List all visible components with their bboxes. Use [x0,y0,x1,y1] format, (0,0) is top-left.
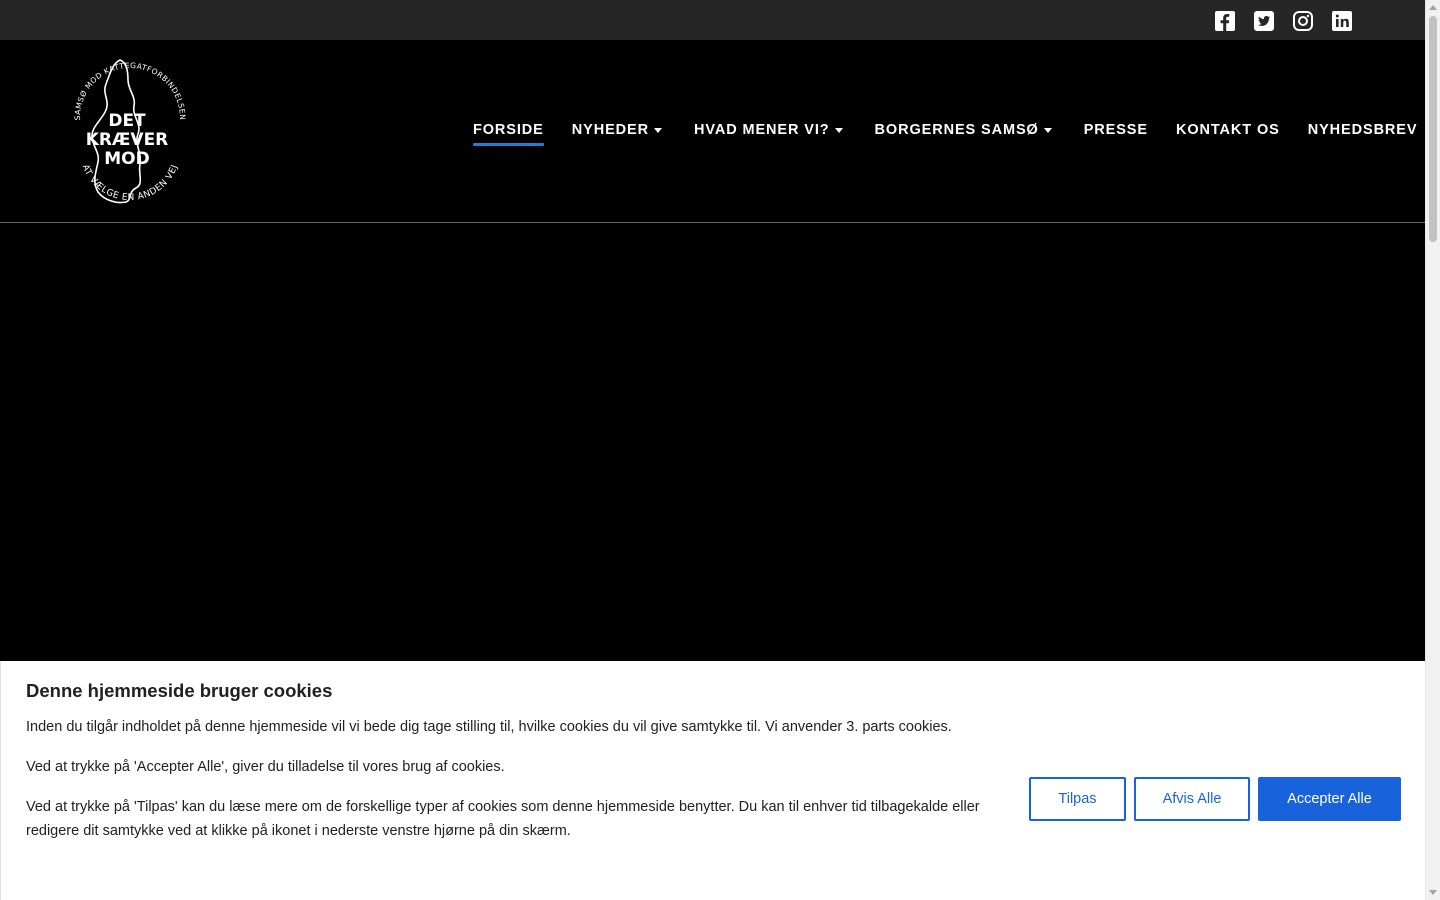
nav-item-forside[interactable]: FORSIDE [473,118,544,146]
page-scrollbar[interactable] [1425,0,1440,900]
caret-down-icon [653,128,662,133]
scroll-down-icon[interactable] [1429,890,1437,895]
nav-label: KONTAKT OS [1175,122,1280,138]
nav-label: NYHEDSBREV [1307,122,1418,138]
cookie-title: Denne hjemmeside bruger cookies [26,680,333,701]
cookie-text-2: Ved at trykke på 'Accepter Alle', giver … [26,759,505,775]
caret-down-icon [1043,128,1052,133]
nav-item-hvad-mener-vi[interactable]: HVAD MENER VI? [694,118,843,142]
logo-arc-bottom: AT VÆLGE EN ANDEN VEJ [80,163,180,203]
logo-line-3: MOD [104,149,149,169]
nav-item-presse[interactable]: PRESSE [1084,118,1148,142]
social-links [1214,10,1353,32]
logo-line-1: DET [108,111,146,131]
twitter-icon[interactable] [1253,10,1275,32]
site-logo[interactable]: SAMSØ MOD KATTEGATFORBINDELSEN DET KRÆVE… [62,54,192,210]
hero-section [0,223,1425,661]
reject-all-button[interactable]: Afvis Alle [1134,777,1250,821]
nav-label: NYHEDER [571,122,649,138]
logo-line-2: KRÆVER [86,130,169,150]
cookie-text-1: Inden du tilgår indholdet på denne hjemm… [26,719,952,735]
instagram-icon[interactable] [1292,10,1314,32]
cookie-text-3: Ved at trykke på 'Tilpas' kan du læse me… [26,799,980,839]
customize-button[interactable]: Tilpas [1029,777,1126,821]
nav-item-kontakt-os[interactable]: KONTAKT OS [1176,118,1280,142]
nav-label: HVAD MENER VI? [693,122,830,138]
scrollbar-thumb[interactable] [1429,16,1437,242]
top-bar [0,0,1425,40]
cookie-banner: Denne hjemmeside bruger cookies Inden du… [0,661,1425,900]
scroll-up-icon[interactable] [1429,5,1437,10]
nav-label: FORSIDE [473,122,544,138]
nav-item-borgernes-samso[interactable]: BORGERNES SAMSØ [875,118,1052,142]
svg-text:AT VÆLGE EN ANDEN VEJ: AT VÆLGE EN ANDEN VEJ [80,163,181,203]
nav-item-nyheder[interactable]: NYHEDER [572,118,662,142]
facebook-icon[interactable] [1214,10,1236,32]
nav-item-nyhedsbrev[interactable]: NYHEDSBREV [1308,118,1418,142]
accept-all-button[interactable]: Accepter Alle [1258,777,1401,821]
main-nav: FORSIDE NYHEDER HVAD MENER VI? BORGERNES… [473,118,1418,146]
nav-label: PRESSE [1083,122,1148,138]
nav-label: BORGERNES SAMSØ [874,122,1039,138]
linkedin-icon[interactable] [1331,10,1353,32]
site-header: SAMSØ MOD KATTEGATFORBINDELSEN DET KRÆVE… [0,40,1425,223]
caret-down-icon [834,128,843,133]
